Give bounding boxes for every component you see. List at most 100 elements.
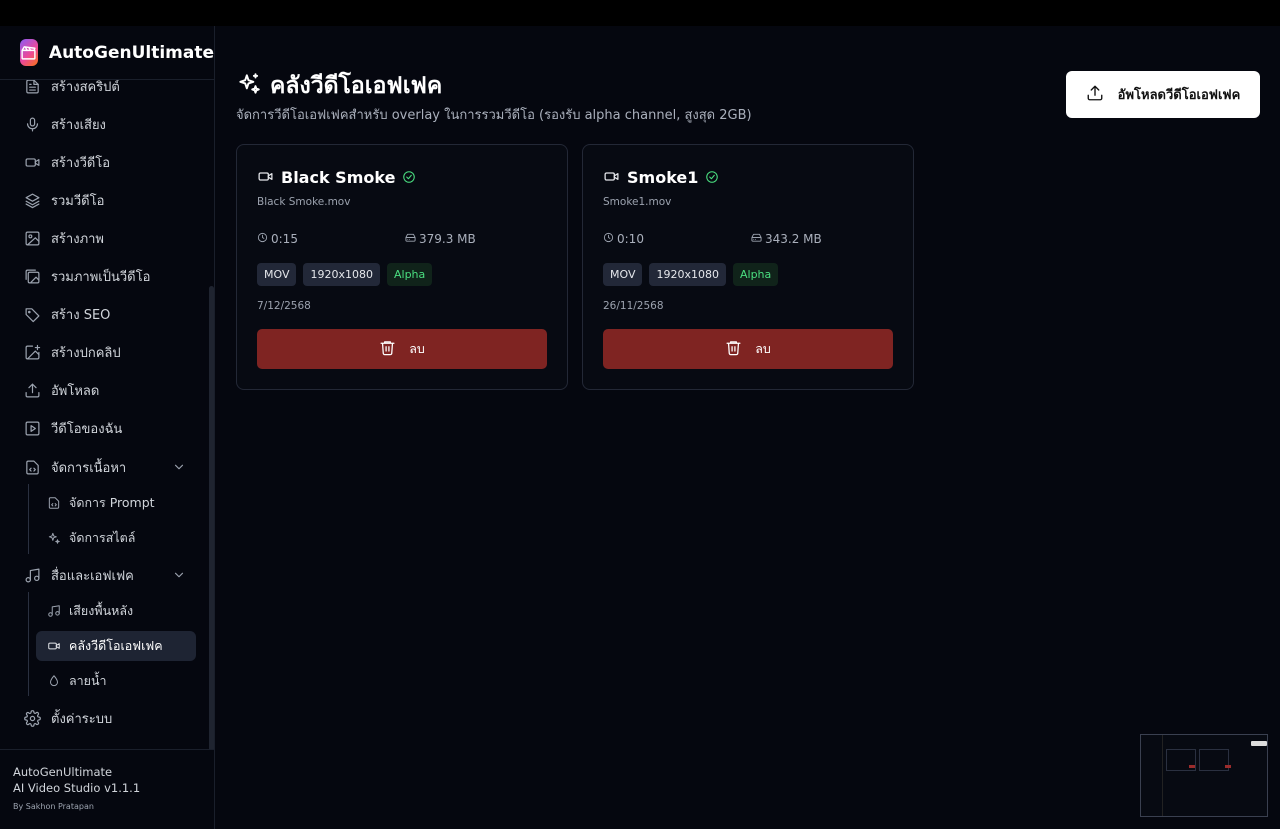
upload-effect-button[interactable]: อัพโหลดวีดีโอเอฟเฟค [1066, 71, 1260, 118]
resolution-badge: 1920x1080 [303, 263, 380, 286]
preview-delete [1189, 765, 1195, 768]
screen-preview-thumbnail[interactable] [1140, 734, 1268, 817]
duration-value: 0:10 [617, 232, 644, 246]
sidebar-group-media[interactable]: สื่อและเอฟเฟค [22, 563, 134, 587]
effect-tags: MOV 1920x1080 Alpha [257, 263, 433, 286]
video-icon [22, 152, 42, 172]
effect-size: 379.3 MB [405, 232, 476, 246]
video-icon [257, 165, 281, 189]
sidebar-group-label: จัดการเนื้อหา [51, 460, 127, 476]
main-content: คลังวีดีโอเอฟเฟค จัดการวีดีโอเอฟเฟคสำหรั… [216, 26, 1280, 829]
effect-card: Black Smoke Black Smoke.mov 0:15 379.3 M… [236, 144, 568, 390]
sparkles-icon [236, 71, 270, 101]
format-badge: MOV [257, 263, 297, 286]
alpha-badge: Alpha [732, 263, 779, 286]
chevron-down-icon[interactable] [172, 567, 188, 583]
delete-label: ลบ [755, 341, 771, 356]
check-circle-icon [698, 167, 719, 188]
sidebar-item-create-voice[interactable]: สร้างเสียง [22, 112, 106, 136]
sidebar-item-video-effects[interactable]: คลังวีดีโอเอฟเฟค [36, 631, 196, 661]
images-icon [22, 266, 42, 286]
sidebar-scrollbar[interactable] [209, 286, 214, 750]
footer-author: By Sakhon Pratapan [13, 802, 94, 811]
video-icon [603, 165, 627, 189]
effect-card: Smoke1 Smoke1.mov 0:10 343.2 MB MOV 1920… [582, 144, 914, 390]
sidebar: AutoGenUltimate สร้างสคริปต์ สร้างเสียง … [0, 26, 215, 829]
play-square-icon [22, 418, 42, 438]
sidebar-item-create-seo[interactable]: สร้าง SEO [22, 302, 110, 326]
sidebar-item-label: สร้าง SEO [51, 307, 111, 323]
brand[interactable]: AutoGenUltimate [0, 26, 214, 80]
clock-icon [257, 232, 271, 246]
sidebar-item-watermark[interactable]: ลายน้ำ [36, 666, 196, 696]
effect-filename: Black Smoke.mov [257, 196, 351, 208]
sidebar-item-manage-prompt[interactable]: จัดการ Prompt [36, 488, 196, 518]
hard-drive-icon [405, 232, 419, 246]
sidebar-footer: AutoGenUltimate AI Video Studio v1.1.1 B… [0, 749, 214, 829]
upload-icon [1086, 84, 1118, 106]
sidebar-item-label: สร้างปกคลิป [51, 345, 121, 361]
sidebar-item-label: จัดการสไตล์ [69, 530, 136, 545]
sidebar-item-my-videos[interactable]: วีดีโอของฉัน [22, 416, 122, 440]
footer-version: AI Video Studio v1.1.1 [13, 781, 141, 795]
app-title: AutoGenUltimate [48, 42, 214, 63]
sidebar-item-merge-video[interactable]: รวมวีดีโอ [22, 188, 104, 212]
delete-button[interactable]: ลบ [257, 329, 547, 369]
sparkles-icon [46, 530, 62, 546]
group-indent-line [28, 484, 29, 554]
sidebar-item-label: ลายน้ำ [69, 673, 107, 688]
sidebar-item-upload[interactable]: อัพโหลด [22, 378, 99, 402]
sidebar-nav: สร้างสคริปต์ สร้างเสียง สร้างวีดีโอ รวมว… [0, 70, 214, 750]
page-title: คลังวีดีโอเอฟเฟค [270, 73, 443, 99]
effect-date: 7/12/2568 [257, 300, 311, 312]
sidebar-item-create-thumbnail[interactable]: สร้างปกคลิป [22, 340, 121, 364]
sidebar-item-label: วีดีโอของฉัน [51, 421, 123, 437]
sidebar-item-background-music[interactable]: เสียงพื้นหลัง [36, 596, 196, 626]
effect-date: 26/11/2568 [603, 300, 664, 312]
effect-duration: 0:10 [603, 232, 644, 246]
sidebar-group-content[interactable]: จัดการเนื้อหา [22, 455, 126, 479]
image-plus-icon [22, 342, 42, 362]
sidebar-item-label: รวมวีดีโอ [51, 193, 105, 209]
format-badge: MOV [603, 263, 643, 286]
upload-button-label: อัพโหลดวีดีโอเอฟเฟค [1117, 88, 1241, 103]
file-code-icon [46, 495, 62, 511]
effect-size: 343.2 MB [751, 232, 822, 246]
sidebar-item-create-image[interactable]: สร้างภาพ [22, 226, 104, 250]
preview-upload-button [1251, 741, 1267, 746]
sidebar-item-images-to-video[interactable]: รวมภาพเป็นวีดีโอ [22, 264, 150, 288]
effect-duration: 0:15 [257, 232, 298, 246]
sidebar-item-label: รวมภาพเป็นวีดีโอ [51, 269, 151, 285]
delete-label: ลบ [409, 341, 425, 356]
trash-icon [379, 339, 409, 359]
sidebar-item-manage-style[interactable]: จัดการสไตล์ [36, 523, 196, 553]
sidebar-item-label: คลังวีดีโอเอฟเฟค [69, 638, 163, 653]
alpha-badge: Alpha [386, 263, 433, 286]
page-subtitle: จัดการวีดีโอเอฟเฟคสำหรับ overlay ในการรว… [236, 108, 752, 123]
tag-icon [22, 304, 42, 324]
trash-icon [725, 339, 755, 359]
page-header: คลังวีดีโอเอฟเฟค [236, 68, 442, 104]
effect-name: Black Smoke [281, 167, 396, 187]
delete-button[interactable]: ลบ [603, 329, 893, 369]
music-icon [46, 603, 62, 619]
upload-icon [22, 380, 42, 400]
preview-sidebar [1141, 735, 1163, 816]
music-icon [22, 565, 42, 585]
window-top-bar [0, 0, 1280, 26]
sidebar-item-label: จัดการ Prompt [69, 495, 155, 510]
sidebar-group-label: สื่อและเอฟเฟค [51, 568, 134, 584]
footer-app-name: AutoGenUltimate [13, 765, 113, 779]
preview-delete [1225, 765, 1231, 768]
effect-name: Smoke1 [627, 167, 699, 187]
group-indent-line [28, 592, 29, 696]
sidebar-item-label: เสียงพื้นหลัง [69, 603, 134, 618]
sidebar-item-label: อัพโหลด [51, 383, 100, 399]
chevron-down-icon[interactable] [172, 459, 188, 475]
file-code-icon [22, 457, 42, 477]
sidebar-item-settings[interactable]: ตั้งค่าระบบ [22, 706, 112, 730]
sidebar-item-create-video[interactable]: สร้างวีดีโอ [22, 150, 110, 174]
clock-icon [603, 232, 617, 246]
sidebar-item-label: สร้างภาพ [51, 231, 105, 247]
sidebar-item-label: สร้างวีดีโอ [51, 155, 111, 171]
